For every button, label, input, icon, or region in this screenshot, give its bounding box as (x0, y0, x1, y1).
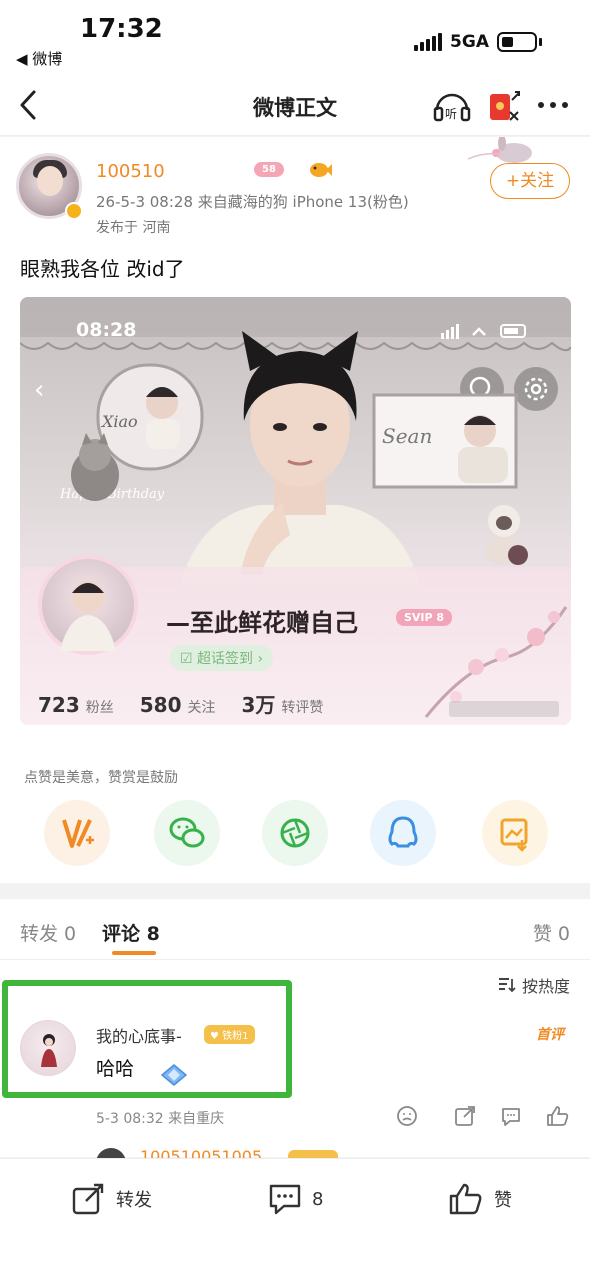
v-plus-icon[interactable] (44, 800, 110, 866)
image-profile-avatar (38, 555, 138, 655)
status-time: 17:32 (80, 14, 163, 44)
blossom-decoration (424, 606, 568, 718)
commenter-avatar[interactable] (20, 1020, 76, 1076)
member-level-badge: 58 (254, 162, 284, 177)
fish-badge-icon (310, 163, 332, 177)
image-stat: 723 粉丝 (38, 693, 114, 717)
image-watermark (449, 701, 559, 717)
more-options-icon[interactable] (538, 94, 572, 116)
tab-likes[interactable]: 赞 0 (533, 919, 570, 946)
kitten-illustration (71, 433, 119, 501)
fan-badge: ♥ 铁粉1 (204, 1025, 255, 1044)
post-text: 眼熟我各位 改id了 (20, 257, 185, 281)
post-image[interactable]: 08:28 ‹ Xiao Happy Birthday Sean —至此鲜花赠自… (20, 297, 571, 725)
tab-comments[interactable]: 评论 8 (102, 919, 160, 946)
image-profile-name: —至此鲜花赠自己 (166, 609, 358, 637)
first-comment-badge: 首评 (536, 1027, 564, 1043)
listen-icon[interactable]: 听 (432, 88, 472, 124)
post-card: 100510 58 26-5-3 08:28 来自藏海的狗 iPhone 13(… (0, 137, 590, 883)
repost-label: 转发 (116, 1190, 152, 1211)
follow-button[interactable]: +关注 (490, 163, 570, 199)
comment-text: 哈哈 (96, 1058, 135, 1080)
repost-button[interactable]: 转发 (72, 1179, 152, 1219)
like-button[interactable]: 赞 (448, 1179, 512, 1219)
image-settings-icon (514, 367, 558, 411)
author-avatar[interactable] (16, 153, 83, 220)
back-to-app-link[interactable]: ◀ 微博 (16, 48, 62, 69)
dislike-face-icon[interactable] (396, 1105, 418, 1127)
battery-icon (497, 32, 537, 52)
battery-tip (539, 38, 542, 46)
image-status-time: 08:28 (76, 319, 137, 341)
reward-hint: 点赞是美意，赞赏是鼓励 (24, 770, 178, 786)
frame-right-text: Sean (382, 424, 432, 448)
image-right-photo-frame: Sean (372, 393, 518, 489)
like-comment-icon[interactable] (546, 1105, 570, 1127)
comment-actions (396, 1105, 570, 1129)
repost-icon (72, 1183, 104, 1215)
share-row (44, 800, 548, 866)
image-stat: 580 关注 (139, 693, 216, 717)
qq-icon[interactable] (370, 800, 436, 866)
image-stat: 3万 转评赞 (241, 693, 324, 717)
image-status-icons (441, 324, 526, 339)
image-profile-stats: 723 粉丝 580 关注 3万 转评赞 (38, 689, 323, 718)
comment-icon (269, 1184, 301, 1215)
comment-meta: 5-3 08:32 来自重庆 (96, 1111, 225, 1127)
sort-button[interactable]: 按热度 (498, 973, 570, 997)
bottom-action-bar: 转发 8 赞 (0, 1158, 590, 1280)
wechat-icon[interactable] (154, 800, 220, 866)
status-bar: 17:32 ◀ 微博 5GA (0, 0, 590, 74)
commenter-avatar-figure (41, 1034, 57, 1067)
tab-reposts[interactable]: 转发 0 (20, 919, 76, 946)
reply-icon[interactable] (500, 1105, 522, 1127)
author-username[interactable]: 100510 (96, 161, 165, 182)
image-svip-badge: SVIP 8 (396, 609, 453, 626)
share-comment-icon[interactable] (454, 1105, 476, 1127)
commenter-username[interactable]: 我的心底事- (96, 1023, 182, 1047)
diamond-icon (160, 1064, 188, 1086)
svg-text:听: 听 (445, 107, 457, 121)
image-checkin-button: ☑ 超话签到 › (170, 645, 274, 671)
tab-active-indicator (112, 951, 156, 955)
nav-bar: 微博正文 听 (0, 74, 590, 136)
verified-badge-icon (65, 202, 83, 220)
thumbs-up-icon (449, 1183, 482, 1215)
sort-label: 按热度 (521, 977, 570, 996)
comment-button[interactable]: 8 (268, 1179, 323, 1219)
network-type: 5GA (450, 32, 489, 52)
comment-count: 8 (312, 1188, 324, 1210)
status-indicators: 5GA (414, 32, 542, 52)
save-image-icon[interactable] (482, 800, 548, 866)
image-back-icon: ‹ (34, 375, 45, 405)
moments-icon[interactable] (262, 800, 328, 866)
avatar-face (37, 166, 63, 196)
post-location: 发布于 河南 (96, 220, 171, 236)
signal-icon (414, 33, 443, 51)
sort-icon (498, 978, 516, 993)
tabs-divider (0, 959, 590, 960)
red-packet-icon[interactable] (486, 86, 522, 124)
like-label: 赞 (494, 1190, 512, 1211)
post-meta: 26-5-3 08:28 来自藏海的狗 iPhone 13(粉色) (96, 193, 409, 211)
